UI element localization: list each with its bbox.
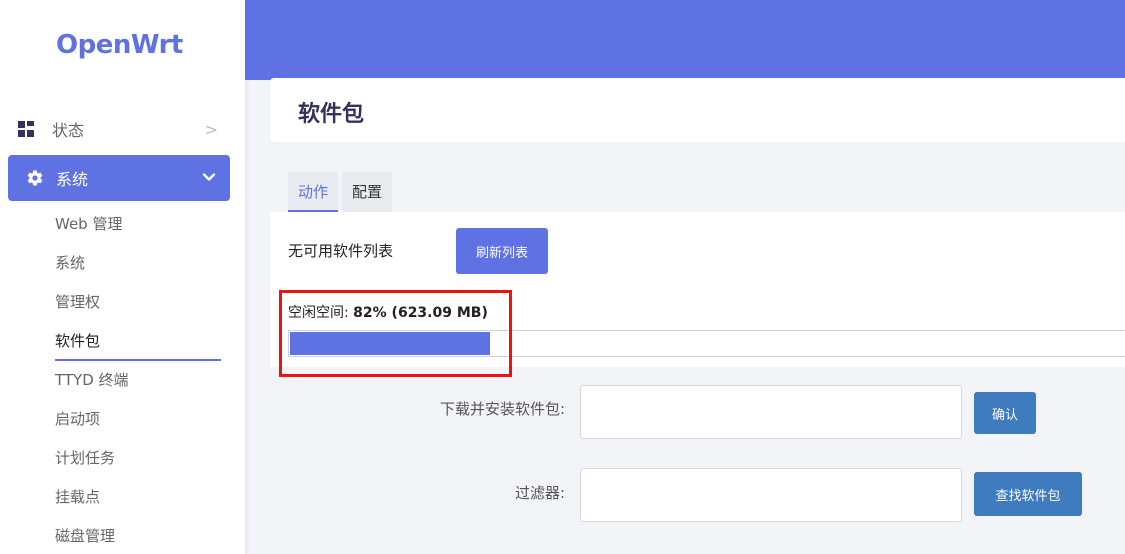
submenu-item-packages[interactable]: 软件包 bbox=[55, 323, 221, 361]
page-header-card: 软件包 bbox=[270, 78, 1125, 142]
tab-bar: 动作 配置 bbox=[288, 172, 396, 212]
submenu-item-ttyd[interactable]: TTYD 终端 bbox=[55, 362, 221, 401]
sidebar-item-status-label: 状态 bbox=[52, 121, 85, 140]
openwrt-logo[interactable]: OpenWrt bbox=[56, 30, 183, 60]
gear-icon bbox=[26, 169, 44, 187]
sidebar-item-system[interactable]: 系统 bbox=[8, 155, 230, 201]
chevron-down-icon bbox=[202, 169, 216, 188]
find-package-button[interactable]: 查找软件包 bbox=[974, 472, 1082, 516]
sidebar-item-status[interactable]: 状态 > bbox=[18, 114, 228, 144]
top-header-bar bbox=[245, 0, 1125, 80]
submenu-item-web-admin[interactable]: Web 管理 bbox=[55, 206, 221, 245]
chevron-right-icon: > bbox=[204, 119, 218, 139]
submenu-item-admin[interactable]: 管理权 bbox=[55, 284, 221, 323]
sidebar-item-system-label: 系统 bbox=[56, 170, 89, 189]
submenu-item-mount-points[interactable]: 挂载点 bbox=[55, 479, 221, 518]
highlight-annotation-box bbox=[279, 290, 512, 377]
download-install-label: 下载并安装软件包: bbox=[439, 400, 565, 418]
tab-configuration[interactable]: 配置 bbox=[342, 172, 393, 212]
submenu-item-scheduled-tasks[interactable]: 计划任务 bbox=[55, 440, 221, 479]
sidebar: OpenWrt 状态 > 系统 Web 管理 系统 管理权 软件包 TTYD 终… bbox=[0, 0, 245, 554]
no-package-list-text: 无可用软件列表 bbox=[288, 242, 394, 260]
tab-actions[interactable]: 动作 bbox=[288, 172, 339, 212]
system-submenu: Web 管理 系统 管理权 软件包 TTYD 终端 启动项 计划任务 挂载点 磁… bbox=[55, 206, 221, 554]
refresh-list-button[interactable]: 刷新列表 bbox=[456, 228, 548, 274]
submenu-item-startup[interactable]: 启动项 bbox=[55, 401, 221, 440]
download-package-input[interactable] bbox=[580, 385, 962, 439]
submenu-item-system[interactable]: 系统 bbox=[55, 245, 221, 284]
filter-label: 过滤器: bbox=[514, 484, 565, 502]
filter-input[interactable] bbox=[580, 468, 962, 522]
confirm-button[interactable]: 确认 bbox=[974, 392, 1036, 434]
submenu-item-disk-management[interactable]: 磁盘管理 bbox=[55, 518, 221, 554]
dashboard-grid-icon bbox=[18, 121, 34, 137]
page-title: 软件包 bbox=[298, 102, 365, 127]
